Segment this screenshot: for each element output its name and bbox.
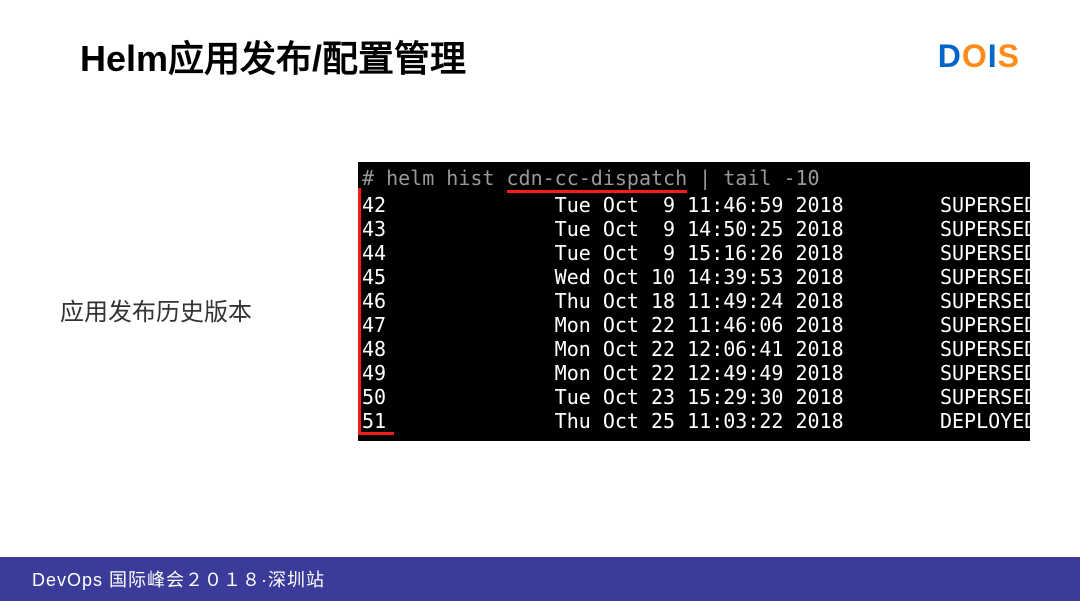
dois-logo: DOIS (938, 38, 1020, 75)
logo-i: I (988, 38, 998, 74)
slide-header: Helm应用发布/配置管理 DOIS (0, 0, 1080, 82)
terminal-row: 49 Mon Oct 22 12:49:49 2018 SUPERSEDED (362, 361, 1018, 385)
cmd-tail: | tail -10 (687, 166, 819, 190)
red-highlight-bottom (358, 432, 394, 435)
slide-title: Helm应用发布/配置管理 (80, 30, 466, 82)
terminal-row: 44 Tue Oct 9 15:16:26 2018 SUPERSEDED (362, 241, 1018, 265)
cmd-prompt: # helm hist (362, 166, 507, 190)
logo-s: S (998, 38, 1020, 74)
terminal-row: 45 Wed Oct 10 14:39:53 2018 SUPERSEDED (362, 265, 1018, 289)
red-highlight-vertical (358, 188, 361, 435)
terminal-row: 46 Thu Oct 18 11:49:24 2018 SUPERSEDED (362, 289, 1018, 313)
terminal-row: 48 Mon Oct 22 12:06:41 2018 SUPERSEDED (362, 337, 1018, 361)
footer-text: DevOps 国际峰会２０１８·深圳站 (32, 566, 325, 592)
cmd-release-name: cdn-cc-dispatch (507, 166, 688, 193)
terminal-command-line: # helm hist cdn-cc-dispatch | tail -10 (362, 166, 1018, 193)
logo-d: D (938, 38, 962, 74)
terminal-screenshot: # helm hist cdn-cc-dispatch | tail -10 4… (358, 162, 1030, 441)
slide-footer: DevOps 国际峰会２０１８·深圳站 (0, 557, 1080, 601)
logo-o: O (962, 38, 988, 74)
slide-content: 应用发布历史版本 # helm hist cdn-cc-dispatch | t… (0, 162, 1080, 441)
terminal-row: 42 Tue Oct 9 11:46:59 2018 SUPERSEDED (362, 193, 1018, 217)
terminal-rows: 42 Tue Oct 9 11:46:59 2018 SUPERSEDED43 … (362, 193, 1018, 433)
terminal-row: 43 Tue Oct 9 14:50:25 2018 SUPERSEDED (362, 217, 1018, 241)
terminal-row: 51 Thu Oct 25 11:03:22 2018 DEPLOYED (362, 409, 1018, 433)
side-label: 应用发布历史版本 (60, 292, 252, 327)
terminal-row: 50 Tue Oct 23 15:29:30 2018 SUPERSEDED (362, 385, 1018, 409)
terminal-row: 47 Mon Oct 22 11:46:06 2018 SUPERSEDED (362, 313, 1018, 337)
